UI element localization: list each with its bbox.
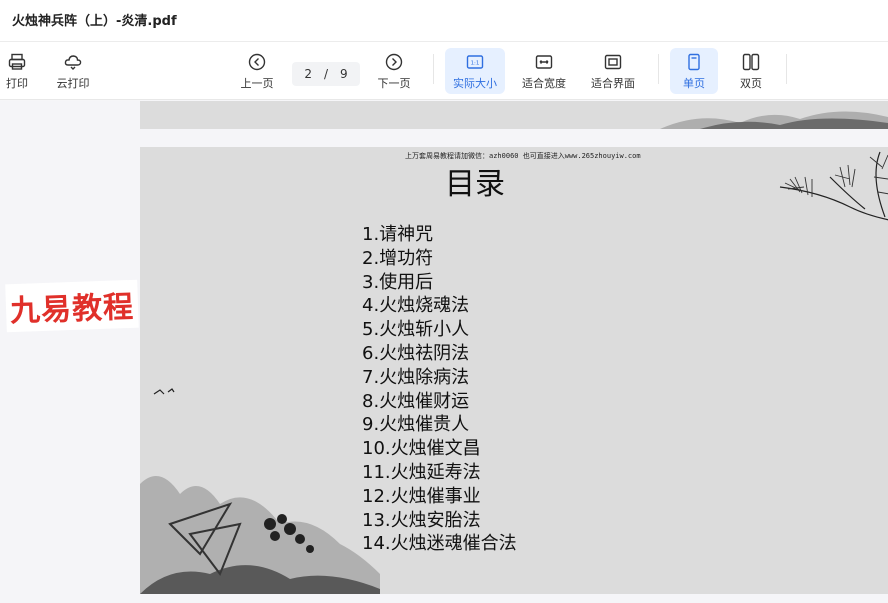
toc-item: 12.火烛催事业 xyxy=(362,485,481,507)
cloud-icon xyxy=(64,55,82,70)
double-page-button[interactable]: 双页 xyxy=(727,48,775,94)
ink-landscape-decoration xyxy=(660,111,888,129)
total-pages: 9 xyxy=(340,67,348,81)
toc-item: 8.火烛催财运 xyxy=(362,390,470,412)
toc-item: 9.火烛催贵人 xyxy=(362,414,470,436)
previous-page-preview xyxy=(140,101,888,129)
svg-text:1:1: 1:1 xyxy=(471,61,480,67)
page-header-text: 上万套周易教程请加微信：azh0060 也可直接进入www.265zhouyiw… xyxy=(405,152,641,160)
watermark-logo: 九易教程 xyxy=(5,279,139,333)
chevron-left-circle-icon xyxy=(248,53,266,71)
cloud-print-label: 云打印 xyxy=(56,77,90,90)
document-viewer[interactable]: 上万套周易教程请加微信：azh0060 也可直接进入www.265zhouyiw… xyxy=(0,101,888,603)
toc-item: 11.火烛延寿法 xyxy=(362,461,481,483)
toc-item: 2.增功符 xyxy=(362,247,434,269)
toc-item: 1.请神咒 xyxy=(362,224,434,245)
toc-item: 13.火烛安胎法 xyxy=(362,509,481,531)
print-button[interactable]: 打印 xyxy=(2,48,32,94)
printer-icon xyxy=(8,53,26,70)
print-label: 打印 xyxy=(6,77,28,90)
fit-width-label: 适合宽度 xyxy=(522,77,566,90)
double-page-icon xyxy=(742,53,760,71)
actual-size-icon: 1:1 xyxy=(466,55,484,69)
pine-branch-decoration xyxy=(779,151,888,221)
window-title: 火烛神兵阵（上）-炎清.pdf xyxy=(12,14,177,29)
fit-window-icon xyxy=(604,54,622,70)
fit-window-label: 适合界面 xyxy=(591,77,635,90)
actual-size-label: 实际大小 xyxy=(453,77,497,90)
title-bar: 火烛神兵阵（上）-炎清.pdf xyxy=(0,0,888,42)
toc-item: 5.火烛斩小人 xyxy=(362,319,470,341)
next-page-button[interactable]: 下一页 xyxy=(373,48,415,94)
toc-list: 1.请神咒 2.增功符 3.使用后 4.火烛烧魂法 5.火烛斩小人 6.火烛祛阴… xyxy=(362,223,517,556)
cloud-print-button[interactable]: 云打印 xyxy=(52,48,94,94)
pdf-page: 上万套周易教程请加微信：azh0060 也可直接进入www.265zhouyiw… xyxy=(140,147,888,594)
prev-page-button[interactable]: 上一页 xyxy=(236,48,278,94)
page-separator: / xyxy=(323,67,329,81)
toc-item: 4.火烛烧魂法 xyxy=(362,295,470,317)
double-page-label: 双页 xyxy=(740,77,762,90)
single-page-label: 单页 xyxy=(683,77,705,90)
single-page-icon xyxy=(688,53,700,71)
toc-item: 10.火烛催文昌 xyxy=(362,438,481,460)
fit-width-icon xyxy=(535,55,553,69)
ink-landscape-decoration xyxy=(140,388,380,594)
fit-window-button[interactable]: 适合界面 xyxy=(585,48,641,94)
prev-page-label: 上一页 xyxy=(240,77,274,90)
toc-item: 6.火烛祛阴法 xyxy=(362,342,470,364)
fit-width-button[interactable]: 适合宽度 xyxy=(516,48,572,94)
actual-size-button[interactable]: 1:1 实际大小 xyxy=(445,48,505,94)
toolbar-divider xyxy=(433,54,434,84)
toolbar-divider xyxy=(786,54,787,84)
chevron-right-circle-icon xyxy=(385,53,403,71)
toc-item: 7.火烛除病法 xyxy=(362,366,470,388)
toc-title: 目录 xyxy=(445,167,505,202)
current-page-input[interactable]: 2 xyxy=(304,67,312,81)
toolbar-divider xyxy=(658,54,659,84)
toc-item: 3.使用后 xyxy=(362,271,434,293)
toolbar: 打印 云打印 上一页 下一页 1:1 实际大小 适合宽度 适合界面 单页 双页 xyxy=(0,42,888,100)
single-page-button[interactable]: 单页 xyxy=(670,48,718,94)
page-number-box[interactable]: 2 / 9 xyxy=(292,62,360,86)
next-page-label: 下一页 xyxy=(377,77,411,90)
toc-item: 14.火烛迷魂催合法 xyxy=(362,533,517,555)
